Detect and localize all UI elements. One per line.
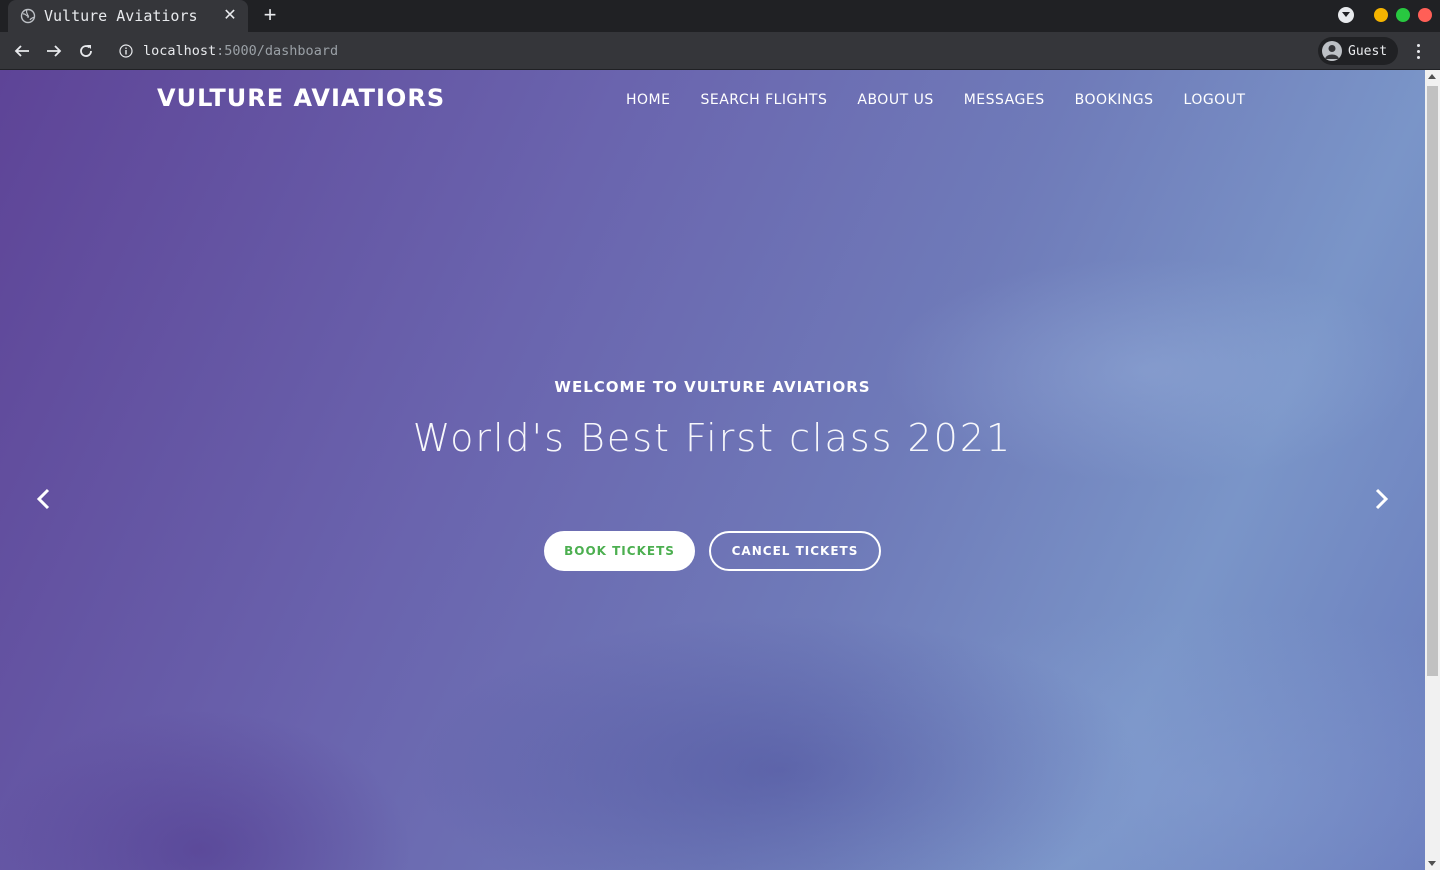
profile-label: Guest — [1348, 43, 1388, 59]
minimize-button[interactable] — [1374, 8, 1388, 22]
maximize-button[interactable] — [1396, 8, 1410, 22]
address-bar[interactable]: localhost:5000/dashboard — [110, 36, 1306, 66]
forward-arrow-icon[interactable] — [42, 39, 66, 63]
url-host: localhost — [143, 43, 217, 59]
new-tab-button[interactable]: + — [258, 4, 282, 28]
close-window-button[interactable] — [1418, 8, 1432, 22]
browser-tab[interactable]: Vulture Aviatiors ✕ — [8, 0, 248, 32]
tab-search-icon[interactable] — [1338, 7, 1354, 23]
book-tickets-button[interactable]: BOOK TICKETS — [544, 531, 695, 571]
scroll-down-icon[interactable] — [1428, 861, 1436, 866]
info-icon[interactable] — [118, 43, 134, 59]
browser-toolbar: localhost:5000/dashboard Guest — [0, 32, 1440, 70]
profile-button[interactable]: Guest — [1318, 37, 1398, 65]
main-nav: HOME SEARCH FLIGHTS ABOUT US MESSAGES BO… — [611, 90, 1261, 110]
hero-title: World's Best First class 2021 — [412, 416, 1013, 460]
hero-section: VULTURE AVIATIORS HOME SEARCH FLIGHTS AB… — [0, 70, 1425, 870]
url-path: :5000/dashboard — [216, 43, 339, 59]
reload-icon[interactable] — [74, 39, 98, 63]
globe-icon — [20, 8, 36, 24]
tab-strip: Vulture Aviatiors ✕ + — [0, 0, 1440, 32]
window-controls — [1338, 7, 1432, 23]
nav-home[interactable]: HOME — [611, 90, 685, 110]
avatar-icon — [1322, 41, 1342, 61]
back-arrow-icon[interactable] — [10, 39, 34, 63]
nav-bookings[interactable]: BOOKINGS — [1060, 90, 1169, 110]
close-icon[interactable]: ✕ — [222, 8, 238, 24]
scroll-thumb[interactable] — [1427, 86, 1438, 676]
scroll-up-icon[interactable] — [1428, 74, 1436, 79]
nav-messages[interactable]: MESSAGES — [949, 90, 1060, 110]
tab-title: Vulture Aviatiors — [44, 7, 198, 25]
hero-subtitle: WELCOME TO VULTURE AVIATIORS — [554, 378, 871, 396]
nav-about-us[interactable]: ABOUT US — [842, 90, 948, 110]
chevron-right-icon[interactable] — [1370, 486, 1394, 512]
hero-buttons: BOOK TICKETS CANCEL TICKETS — [544, 531, 881, 571]
site-brand[interactable]: VULTURE AVIATIORS — [157, 84, 445, 112]
chevron-left-icon[interactable] — [31, 486, 55, 512]
cancel-tickets-button[interactable]: CANCEL TICKETS — [709, 531, 881, 571]
nav-logout[interactable]: LOGOUT — [1169, 90, 1261, 110]
vertical-scrollbar[interactable] — [1425, 70, 1440, 870]
nav-search-flights[interactable]: SEARCH FLIGHTS — [685, 90, 842, 110]
more-menu-icon[interactable] — [1408, 39, 1428, 63]
